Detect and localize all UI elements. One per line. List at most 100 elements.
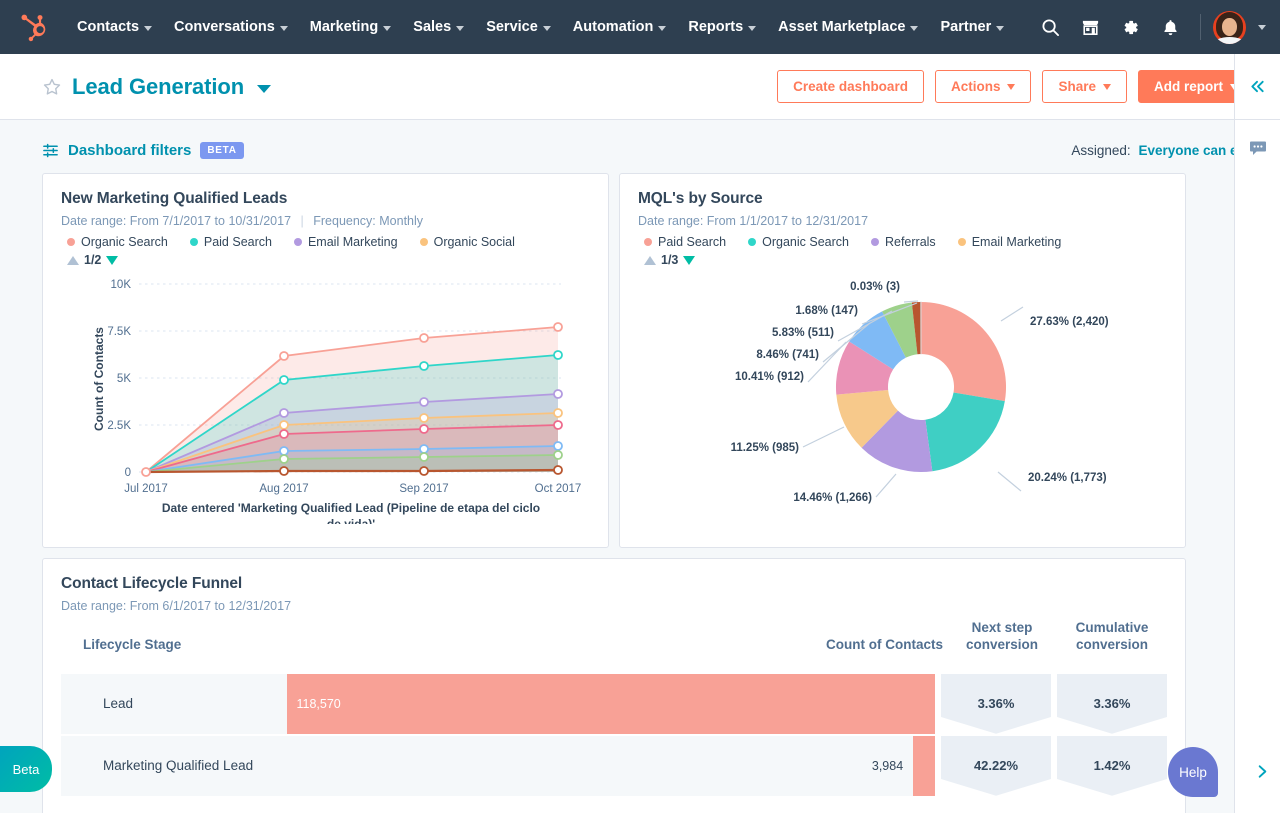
nav-item-asset-marketplace[interactable]: Asset Marketplace xyxy=(767,13,929,41)
legend-label: Email Marketing xyxy=(307,235,398,249)
next-step-conversion-value: 3.36% xyxy=(977,696,1015,712)
chevron-down-icon xyxy=(996,25,1005,31)
next-step-conversion-cell: 42.22% xyxy=(941,735,1051,796)
share-button[interactable]: Share xyxy=(1042,69,1127,104)
chevron-right-icon xyxy=(1258,765,1267,778)
funnel-rows: Lead 118,570 3.36% 3.36% Marketing Quali… xyxy=(61,673,1167,796)
area-chart-new-mql[interactable]: 10K 7.5K 5K 2.5K 0 Count of Contacts Jul… xyxy=(61,269,592,531)
table-row[interactable]: Marketing Qualified Lead 3,984 42.22% 1.… xyxy=(61,735,1167,796)
nav-item-sales[interactable]: Sales xyxy=(402,13,475,41)
legend-label: Referrals xyxy=(884,235,936,249)
funnel-bar: 118,570 xyxy=(286,673,935,734)
page-header: Lead Generation Create dashboard Actions… xyxy=(0,54,1280,120)
donut-chart-mql-by-source[interactable]: 0.03% (3) 1.68% (147) 5.83% (511) 8.46% … xyxy=(638,269,1169,524)
button-label: Actions xyxy=(950,78,1001,94)
nav-item-label: Service xyxy=(486,19,538,35)
donut-label-9: 0.03% (3) xyxy=(850,281,900,293)
legend-item-email-marketing[interactable]: Email Marketing xyxy=(957,235,1062,249)
date-range-text: Date range: From 6/1/2017 to 12/31/2017 xyxy=(61,599,292,613)
chevron-down-icon[interactable] xyxy=(1258,24,1266,30)
legend-item-organic-search[interactable]: Organic Search xyxy=(748,235,849,249)
legend-color-dot xyxy=(957,238,966,246)
nav-divider xyxy=(1200,14,1201,40)
svg-text:2.5K: 2.5K xyxy=(107,420,131,432)
collapse-rail-button[interactable] xyxy=(1235,54,1280,120)
nav-item-partner[interactable]: Partner xyxy=(929,13,1015,41)
nav-item-reports[interactable]: Reports xyxy=(677,13,767,41)
beta-feedback-tab[interactable]: Beta xyxy=(0,746,52,792)
pager-label: 1/2 xyxy=(84,253,102,267)
nav-item-marketing[interactable]: Marketing xyxy=(299,13,403,41)
legend-item-email-marketing[interactable]: Email Marketing xyxy=(293,235,398,249)
help-button[interactable]: Help xyxy=(1168,747,1218,797)
dashboard-filters-label: Dashboard filters xyxy=(68,142,192,159)
triangle-up-icon[interactable] xyxy=(67,255,79,265)
star-outline-icon[interactable] xyxy=(42,77,62,97)
dashboard-grid: New Marketing Qualified Leads Date range… xyxy=(0,173,1280,813)
legend-item-referrals[interactable]: Referrals xyxy=(870,235,936,249)
funnel-bar-value: 3,984 xyxy=(871,758,904,773)
nav-right-actions xyxy=(1032,9,1266,45)
donut-label-7: 5.83% (511) xyxy=(772,327,834,339)
legend-item-organic-social[interactable]: Organic Social xyxy=(419,235,515,249)
marketplace-icon[interactable] xyxy=(1072,9,1108,45)
legend-item-paid-search[interactable]: Paid Search xyxy=(644,235,726,249)
create-dashboard-button[interactable]: Create dashboard xyxy=(777,69,924,104)
legend-label: Email Marketing xyxy=(971,235,1062,249)
nav-item-conversations[interactable]: Conversations xyxy=(163,13,299,41)
legend-color-dot xyxy=(748,238,757,246)
column-header-lifecycle-stage: Lifecycle Stage xyxy=(83,636,182,652)
triangle-down-icon[interactable] xyxy=(683,255,696,265)
dashboard-filters-toggle[interactable]: Dashboard filters BETA xyxy=(42,142,244,159)
card-title: New Marketing Qualified Leads xyxy=(61,190,288,207)
top-navigation-bar: Contacts Conversations Marketing Sales S… xyxy=(0,0,1280,54)
legend-pager: 1/2 xyxy=(61,253,590,267)
legend-item-paid-search[interactable]: Paid Search xyxy=(189,235,272,249)
sliders-icon xyxy=(42,142,59,159)
nav-item-label: Reports xyxy=(688,19,744,35)
double-chevron-left-icon xyxy=(1251,80,1264,93)
bell-icon[interactable] xyxy=(1152,9,1188,45)
nav-item-contacts[interactable]: Contacts xyxy=(66,13,163,41)
report-card-contact-lifecycle-funnel: Contact Lifecycle Funnel Date range: Fro… xyxy=(42,558,1186,813)
chevron-down-icon xyxy=(456,25,465,31)
frequency-text: Frequency: Monthly xyxy=(313,214,424,228)
donut-label-4: 11.25% (985) xyxy=(731,442,800,454)
slice-organic-search xyxy=(925,392,1005,472)
subtitle-divider: | xyxy=(300,214,304,228)
date-range-text: Date range: From 1/1/2017 to 12/31/2017 xyxy=(638,214,869,228)
chevron-down-icon[interactable] xyxy=(257,84,272,93)
search-icon[interactable] xyxy=(1032,9,1068,45)
right-sidebar-rail xyxy=(1234,54,1280,813)
nav-item-label: Sales xyxy=(413,19,452,35)
nav-links: Contacts Conversations Marketing Sales S… xyxy=(66,13,1015,41)
legend-item-organic-search[interactable]: Organic Search xyxy=(67,235,168,249)
triangle-up-icon[interactable] xyxy=(644,255,656,265)
next-step-conversion-value: 42.22% xyxy=(973,758,1019,774)
funnel-bar-cell: Marketing Qualified Lead 3,984 xyxy=(61,735,935,796)
page-title[interactable]: Lead Generation xyxy=(72,74,244,100)
y-axis-label: Count of Contacts xyxy=(92,327,106,431)
chart-legend: Paid Search Organic Search Referrals Ema… xyxy=(638,235,1167,249)
hubspot-sprocket-logo[interactable] xyxy=(20,12,50,42)
nav-item-label: Contacts xyxy=(77,19,140,35)
table-row[interactable]: Lead 118,570 3.36% 3.36% xyxy=(61,673,1167,734)
nav-item-service[interactable]: Service xyxy=(475,13,562,41)
chat-bubble-icon[interactable] xyxy=(1235,120,1280,176)
button-label: Create dashboard xyxy=(793,78,908,94)
nav-item-automation[interactable]: Automation xyxy=(562,13,678,41)
expand-rail-button[interactable] xyxy=(1254,763,1271,785)
svg-text:10K: 10K xyxy=(111,279,132,291)
donut-label-6: 8.46% (741) xyxy=(756,349,819,361)
legend-color-dot xyxy=(189,238,198,246)
gear-icon[interactable] xyxy=(1112,9,1148,45)
triangle-down-icon[interactable] xyxy=(106,255,119,265)
card-title: MQL's by Source xyxy=(638,190,763,207)
actions-button[interactable]: Actions xyxy=(934,69,1032,104)
avatar[interactable] xyxy=(1213,10,1246,44)
funnel-stage-name: Lead xyxy=(103,696,134,712)
funnel-stage-name: Marketing Qualified Lead xyxy=(103,758,254,774)
x-axis-ticks: Jul 2017 Aug 2017 Sep 2017 Oct 2017 xyxy=(124,483,581,495)
header-actions: Create dashboard Actions Share Add repor… xyxy=(777,69,1254,104)
legend-label: Organic Social xyxy=(433,235,515,249)
